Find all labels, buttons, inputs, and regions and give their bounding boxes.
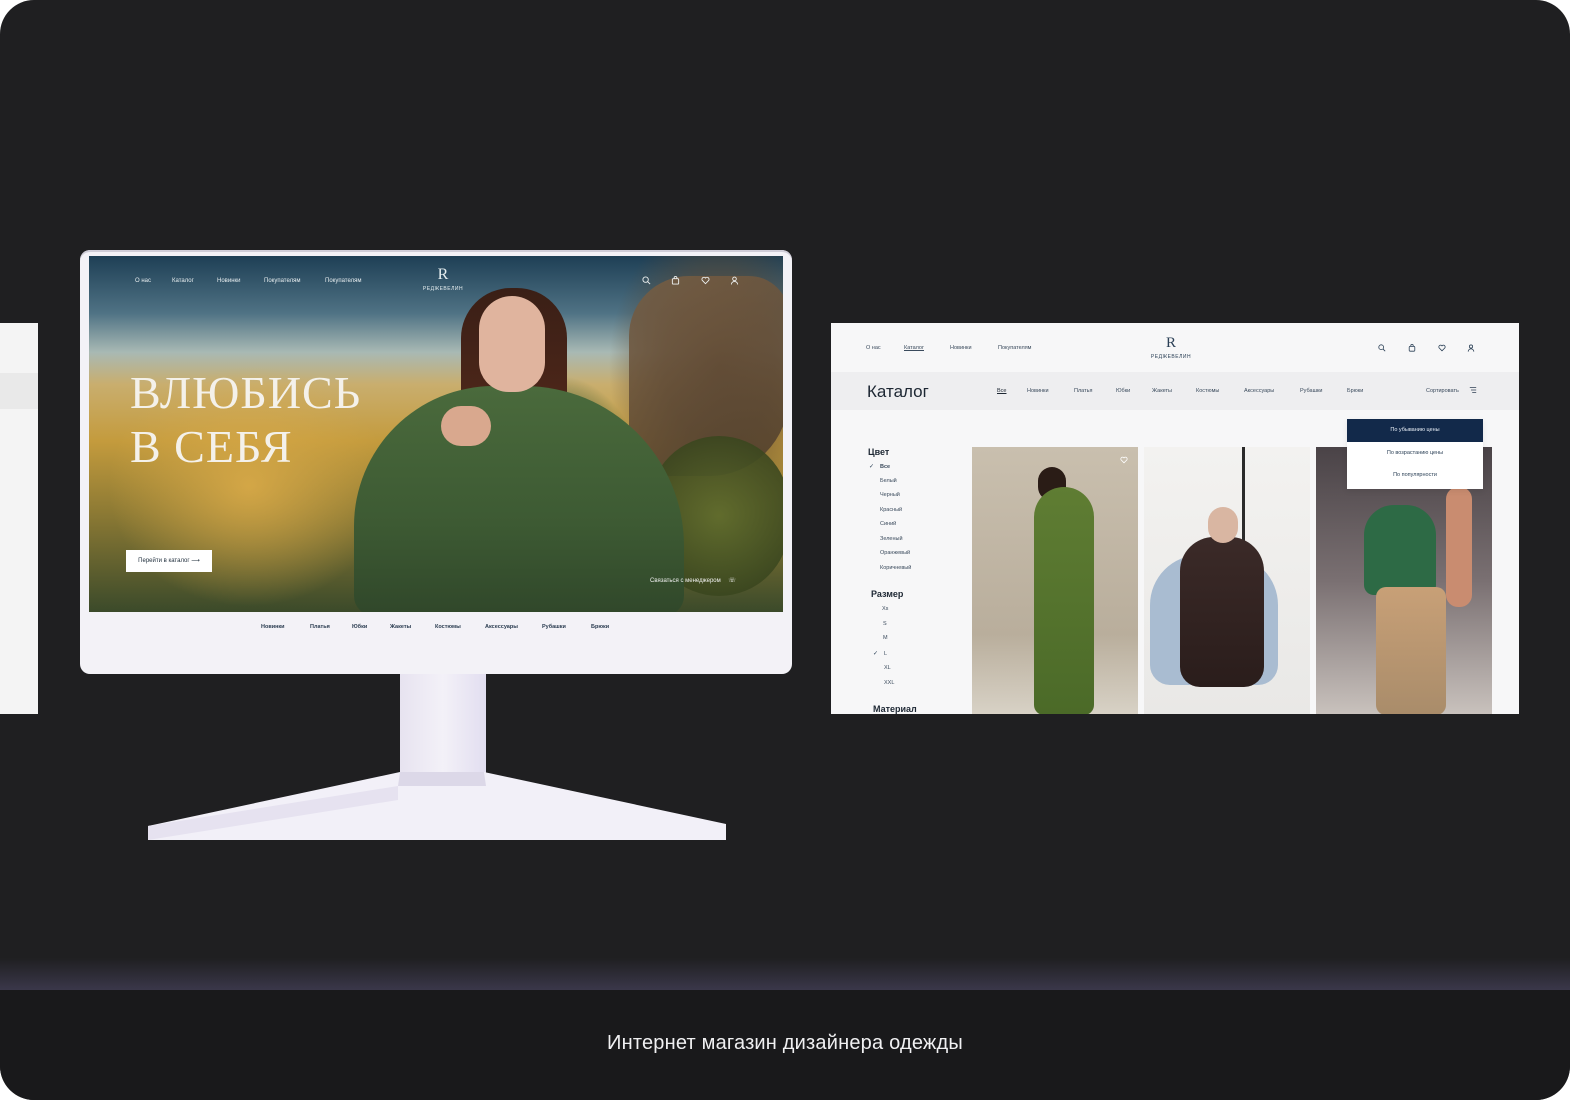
category-suits[interactable]: Костюмы [435, 624, 461, 630]
catalog-clip [831, 714, 1521, 774]
filter-color-green[interactable]: Зеленый [880, 536, 903, 542]
hero-nav-customers[interactable]: Покупателям [264, 278, 301, 284]
category-shirts[interactable]: Рубашки [542, 624, 566, 630]
filter-color-heading: Цвет [868, 447, 890, 457]
hero-logo[interactable]: R РЕДЖЕВЕЛИН [420, 266, 466, 293]
filter-size-xxl[interactable]: XXL [884, 680, 894, 686]
catalog-nav-about[interactable]: О нас [866, 345, 881, 351]
logo-word: РЕДЖЕВЕЛИН [422, 286, 464, 292]
search-icon[interactable] [642, 276, 651, 287]
caption-text: Интернет магазин дизайнера одежды [607, 1032, 963, 1054]
hero-nav-customers-2[interactable]: Покупателям [325, 278, 362, 284]
catalog-logo[interactable]: R РЕДЖЕВЕЛИН [1148, 334, 1194, 361]
catalog-header-band [831, 372, 1519, 410]
sort-option-price-desc[interactable]: По убыванию цены [1347, 419, 1483, 442]
previous-slide-panel[interactable] [0, 323, 38, 714]
filter-color-all[interactable]: Все [880, 464, 890, 470]
user-icon[interactable] [730, 276, 739, 287]
filter-color-orange[interactable]: Оранжевый [880, 550, 910, 556]
filter-size-xs[interactable]: Xs [882, 606, 888, 612]
filter-color-white[interactable]: Белый [880, 478, 897, 484]
sort-button[interactable]: Сортировать [1426, 388, 1459, 394]
tab-trousers[interactable]: Брюки [1347, 388, 1363, 394]
catalog-nav-catalog[interactable]: Каталог [904, 345, 924, 351]
tab-new[interactable]: Новинки [1027, 388, 1049, 394]
logo-mark: R [437, 266, 449, 283]
category-dresses[interactable]: Платья [310, 624, 330, 630]
favorite-icon[interactable] [1120, 456, 1128, 466]
monitor-stand-base [148, 772, 726, 840]
filter-size-l[interactable]: L [884, 651, 887, 657]
catalog-title: Каталог [867, 382, 929, 401]
heart-icon[interactable] [701, 276, 710, 287]
contact-manager-label: Связаться с менеджером [650, 578, 721, 584]
product-photo-brown-suit[interactable] [1144, 447, 1310, 715]
tab-suits[interactable]: Костюмы [1196, 388, 1219, 394]
tab-accessories[interactable]: Аксессуары [1244, 388, 1274, 394]
category-accessories[interactable]: Аксессуары [485, 624, 518, 630]
go-to-catalog-label: Перейти в каталог [138, 558, 190, 564]
hero-nav-new[interactable]: Новинки [217, 278, 241, 284]
phone-icon: ☏ [728, 578, 736, 584]
bottom-glow [0, 958, 1570, 992]
sort-lines-icon[interactable] [1469, 386, 1477, 396]
filter-color-brown[interactable]: Коричневый [880, 565, 911, 571]
filter-color-black[interactable]: Черный [880, 492, 900, 498]
category-trousers[interactable]: Брюки [591, 624, 609, 630]
category-jackets[interactable]: Жакеты [390, 624, 411, 630]
tab-jackets[interactable]: Жакеты [1152, 388, 1172, 394]
catalog-nav-customers[interactable]: Покупателям [998, 345, 1031, 351]
logo-mark: R [1165, 335, 1176, 351]
category-new[interactable]: Новинки [261, 624, 285, 630]
bag-icon[interactable] [671, 276, 680, 287]
search-icon[interactable] [1378, 344, 1386, 354]
filter-color-red[interactable]: Красный [880, 507, 902, 513]
monitor-stand-neck [400, 674, 486, 778]
check-icon: ✓ [869, 464, 875, 470]
filter-size-xl[interactable]: XL [884, 665, 891, 671]
sort-option-popularity[interactable]: По популярности [1347, 472, 1483, 478]
hero-nav-about[interactable]: О нас [135, 278, 151, 284]
contact-manager-link[interactable]: Связаться с менеджером ☏ [650, 577, 736, 584]
tab-shirts[interactable]: Рубашки [1300, 388, 1322, 394]
sort-dropdown: По убыванию цены По возрастанию цены По … [1347, 419, 1483, 489]
hero-title: ВЛЮБИСЬ В СЕБЯ [130, 366, 361, 474]
heart-icon[interactable] [1438, 344, 1446, 354]
bag-icon[interactable] [1408, 344, 1416, 354]
tab-dresses[interactable]: Платья [1074, 388, 1092, 394]
product-photo-green-dress[interactable] [972, 447, 1138, 715]
filter-size-s[interactable]: S [883, 621, 887, 627]
hero-title-line2: В СЕБЯ [130, 421, 293, 472]
filter-size-heading: Размер [871, 589, 904, 599]
tab-skirts[interactable]: Юбки [1116, 388, 1130, 394]
tab-all[interactable]: Все [997, 388, 1006, 394]
arrow-right-icon: ⟶ [191, 558, 200, 564]
filter-size-m[interactable]: M [883, 635, 888, 641]
user-icon[interactable] [1467, 344, 1475, 354]
go-to-catalog-button[interactable]: Перейти в каталог ⟶ [126, 550, 212, 572]
sort-option-price-asc[interactable]: По возрастанию цены [1347, 450, 1483, 456]
logo-word: РЕДЖЕВЕЛИН [1150, 354, 1192, 360]
hero-title-line1: ВЛЮБИСЬ [130, 367, 362, 418]
filter-color-blue[interactable]: Синий [880, 521, 896, 527]
category-skirts[interactable]: Юбки [352, 624, 367, 630]
catalog-nav-new[interactable]: Новинки [950, 345, 972, 351]
hero-nav-catalog[interactable]: Каталог [172, 278, 194, 284]
showcase-card: Интернет магазин дизайнера одежды О нас … [0, 0, 1570, 1100]
filter-material-heading: Материал [873, 704, 917, 714]
check-icon: ✓ [873, 651, 879, 657]
